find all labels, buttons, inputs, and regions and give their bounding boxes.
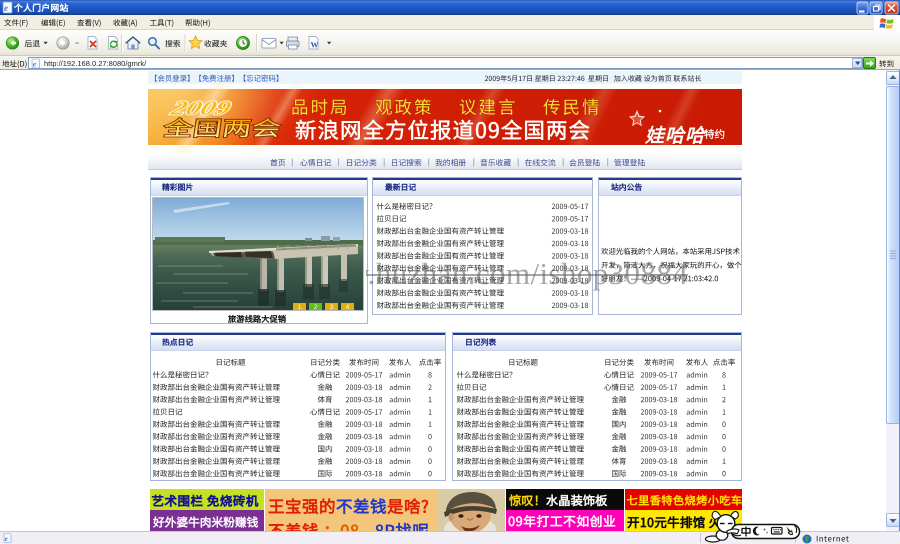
svg-text:W: W: [311, 41, 319, 50]
svg-text:e: e: [5, 535, 8, 543]
